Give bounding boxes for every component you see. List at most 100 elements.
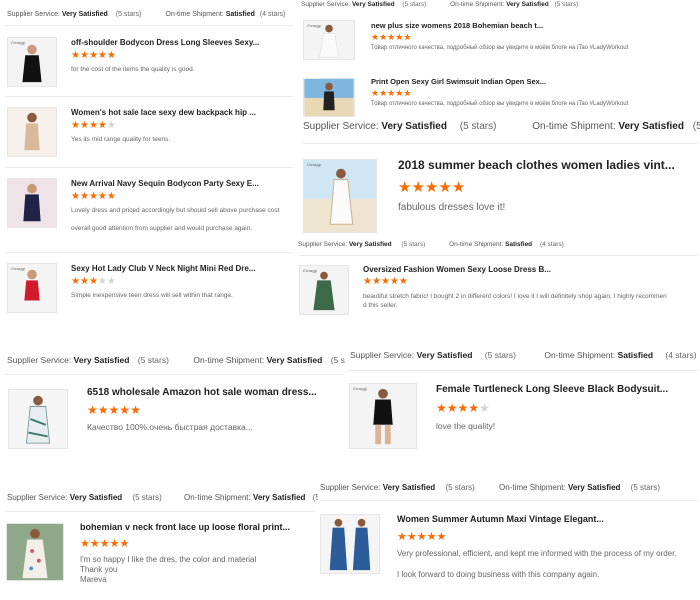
star-icon: ★ bbox=[79, 276, 89, 287]
service-rating-row: Supplier Service: Very Satisfied (5 star… bbox=[350, 350, 697, 360]
product-title-link[interactable]: Sexy Hot Lady Club V Neck Night Mini Red… bbox=[71, 264, 291, 273]
review-text: beautiful stretch fabric! I bought 2 in … bbox=[363, 293, 667, 300]
divider bbox=[5, 252, 293, 253]
star-rating: ★★★★★ bbox=[71, 120, 116, 131]
review-text: Качество 100%.очень быстрая доставка... bbox=[87, 422, 253, 432]
product-title-link[interactable]: Women Summer Autumn Maxi Vintage Elegant… bbox=[397, 514, 697, 524]
star-icon: ★ bbox=[371, 32, 380, 42]
product-title-link[interactable]: Oversized Fashion Women Sexy Loose Dress… bbox=[363, 265, 693, 274]
review-panel-1: Supplier Service: Very Satisfied (5 star… bbox=[0, 0, 298, 340]
service-rating-row: Supplier Service: Very Satisfied (5 star… bbox=[7, 355, 345, 365]
service-rating-row: Supplier Service: Very Satisfied (5 star… bbox=[7, 493, 318, 502]
star-icon: ★ bbox=[363, 276, 372, 287]
review-text-continued: I look forward to doing business with th… bbox=[397, 570, 600, 579]
review-panel-6: Supplier Service: Very Satisfied (5 star… bbox=[345, 340, 700, 470]
product-thumbnail[interactable]: Cmagy bbox=[303, 20, 355, 60]
star-rating: ★★★★★ bbox=[363, 276, 408, 287]
review-panel-3: Supplier Service: Very Satisfied (5 star… bbox=[298, 117, 700, 242]
divider bbox=[5, 374, 343, 375]
star-icon: ★ bbox=[416, 531, 427, 543]
star-icon: ★ bbox=[119, 403, 131, 417]
navy-sequin-dress-image bbox=[8, 179, 56, 227]
star-icon: ★ bbox=[436, 401, 447, 415]
star-icon: ★ bbox=[71, 191, 80, 202]
product-title-link[interactable]: off-shoulder Bodycon Dress Long Sleeves … bbox=[71, 38, 291, 47]
product-title-link[interactable]: 6518 wholesale Amazon hot sale woman dre… bbox=[87, 387, 337, 398]
service-rating-row: Supplier Service: Very Satisfied (5 star… bbox=[301, 1, 579, 8]
product-thumbnail[interactable] bbox=[8, 389, 68, 449]
product-thumbnail[interactable] bbox=[7, 178, 57, 228]
product-title-link[interactable]: 2018 summer beach clothes women ladies v… bbox=[398, 158, 693, 172]
star-icon: ★ bbox=[88, 191, 98, 202]
product-thumbnail[interactable] bbox=[320, 514, 380, 574]
star-rating: ★★★★★ bbox=[71, 50, 116, 61]
product-thumbnail[interactable]: Cmagy bbox=[299, 265, 349, 315]
star-rating: ★★★★★ bbox=[398, 178, 465, 196]
review-panel-8: Supplier Service: Very Satisfied (5 star… bbox=[318, 478, 700, 600]
product-title-link[interactable]: Print Open Sexy Girl Swimsuit Indian Ope… bbox=[371, 77, 691, 86]
star-empty-icon: ★ bbox=[106, 120, 116, 131]
star-empty-icon: ★ bbox=[106, 276, 116, 287]
review-text: fabulous dresses love it! bbox=[398, 202, 506, 213]
lace-dress-image bbox=[8, 108, 56, 156]
product-title-link[interactable]: new plus size womens 2018 Bohemian beach… bbox=[371, 21, 691, 30]
star-icon: ★ bbox=[97, 191, 107, 202]
review-text: love the quality! bbox=[436, 421, 496, 431]
review-panel-7: Supplier Service: Very Satisfied (5 star… bbox=[0, 485, 318, 600]
product-thumbnail[interactable]: Cmagy bbox=[7, 37, 57, 87]
star-icon: ★ bbox=[97, 120, 107, 131]
product-title-link[interactable]: New Arrival Navy Sequin Bodycon Party Se… bbox=[71, 179, 291, 188]
divider bbox=[5, 167, 293, 168]
review-panel-2: Supplier Service: Very Satisfied (5 star… bbox=[298, 0, 700, 117]
product-title-link[interactable]: Female Turtleneck Long Sleeve Black Body… bbox=[436, 384, 696, 395]
star-icon: ★ bbox=[87, 403, 98, 417]
star-icon: ★ bbox=[403, 88, 412, 98]
divider bbox=[320, 500, 698, 501]
star-icon: ★ bbox=[457, 401, 469, 415]
star-icon: ★ bbox=[371, 88, 380, 98]
product-title-link[interactable]: bohemian v neck front lace up loose flor… bbox=[80, 522, 315, 532]
star-icon: ★ bbox=[79, 50, 89, 61]
star-icon: ★ bbox=[424, 179, 439, 196]
star-icon: ★ bbox=[97, 50, 107, 61]
product-thumbnail[interactable] bbox=[6, 523, 64, 581]
star-icon: ★ bbox=[88, 50, 98, 61]
beach-dress-image bbox=[304, 160, 376, 232]
star-icon: ★ bbox=[398, 276, 408, 287]
star-rating: ★★★★★ bbox=[397, 530, 446, 543]
star-rating: ★★★★★ bbox=[71, 191, 116, 202]
product-thumbnail[interactable]: Cmagy bbox=[7, 263, 57, 313]
star-rating: ★★★★★ bbox=[80, 537, 129, 550]
product-title-link[interactable]: Women's hot sale lace sexy dew backpack … bbox=[71, 108, 291, 117]
star-icon: ★ bbox=[88, 120, 98, 131]
star-icon: ★ bbox=[108, 403, 120, 417]
star-icon: ★ bbox=[106, 50, 116, 61]
product-thumbnail[interactable] bbox=[303, 78, 355, 117]
star-icon: ★ bbox=[468, 401, 480, 415]
product-thumbnail[interactable]: Cmagy bbox=[303, 159, 377, 233]
star-rating: ★★★★★ bbox=[371, 32, 411, 43]
service-rating-row: Supplier Service: Very Satisfied (5 star… bbox=[298, 241, 564, 248]
green-loose-dress-image bbox=[300, 266, 348, 314]
review-text-line: Thank you bbox=[80, 565, 118, 574]
star-icon: ★ bbox=[119, 538, 130, 550]
service-rating-row: Supplier Service: Very Satisfied (5 star… bbox=[303, 121, 700, 132]
star-icon: ★ bbox=[436, 531, 447, 543]
review-panel-4: Supplier Service: Very Satisfied (5 star… bbox=[298, 238, 700, 325]
divider bbox=[5, 25, 293, 26]
review-text: Товар отличного качества, подробный обзо… bbox=[371, 45, 629, 51]
review-text: Very professional, efficient, and kept m… bbox=[397, 549, 677, 558]
star-icon: ★ bbox=[379, 88, 388, 98]
star-rating: ★★★★★ bbox=[436, 401, 490, 415]
blue-maxi-dress-image bbox=[321, 515, 379, 573]
star-empty-icon: ★ bbox=[97, 276, 107, 287]
divider bbox=[348, 370, 698, 371]
service-rating-row: Supplier Service: Very Satisfied (5 star… bbox=[7, 11, 286, 18]
review-text: Товар отличного качества, подробный обзо… bbox=[371, 101, 629, 107]
review-text: Yes its mid range quality for teens. bbox=[71, 136, 171, 143]
star-icon: ★ bbox=[109, 538, 120, 550]
product-thumbnail[interactable]: Cmagy bbox=[349, 383, 417, 449]
star-icon: ★ bbox=[398, 179, 412, 196]
star-icon: ★ bbox=[106, 191, 116, 202]
product-thumbnail[interactable] bbox=[7, 107, 57, 157]
